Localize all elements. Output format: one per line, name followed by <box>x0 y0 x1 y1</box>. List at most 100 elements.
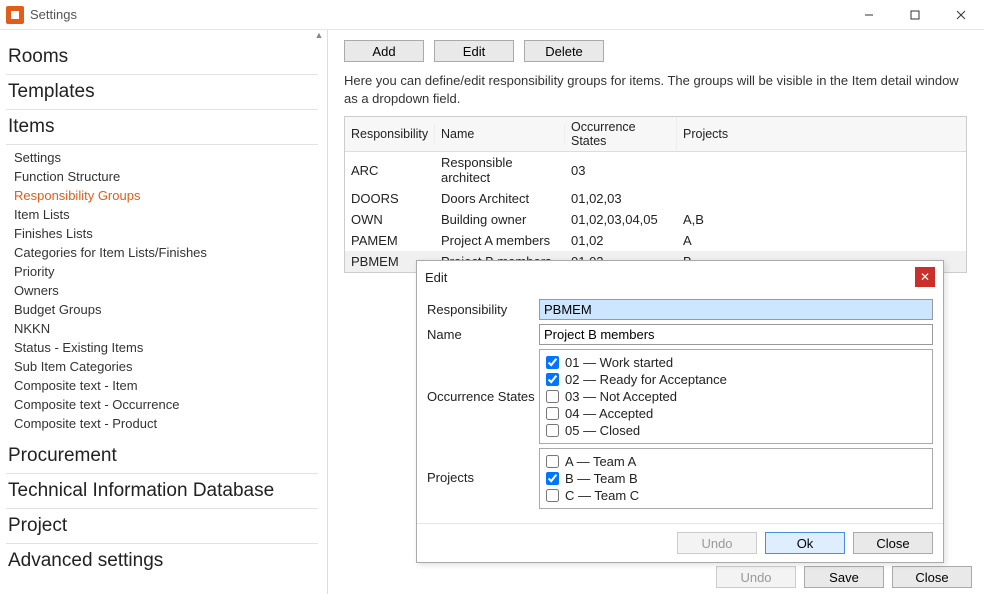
sidebar-item[interactable]: Composite text - Item <box>6 376 327 395</box>
app-icon <box>6 6 24 24</box>
delete-button[interactable]: Delete <box>524 40 604 62</box>
table-cell: A <box>677 230 966 251</box>
check-row[interactable]: B — Team B <box>546 470 926 487</box>
sidebar-item[interactable]: Settings <box>6 148 327 167</box>
checkbox[interactable] <box>546 455 559 468</box>
sidebar-item[interactable]: Responsibility Groups <box>6 186 327 205</box>
projects-list: A — Team A B — Team B C — Team C <box>539 448 933 509</box>
sidebar-item[interactable]: Sub Item Categories <box>6 357 327 376</box>
scroll-up-icon: ▲ <box>315 30 324 46</box>
table-row[interactable]: DOORSDoors Architect01,02,03 <box>345 188 966 209</box>
checkbox[interactable] <box>546 373 559 386</box>
col-responsibility[interactable]: Responsibility <box>345 124 435 144</box>
window-title: Settings <box>30 7 77 22</box>
table-cell: A,B <box>677 209 966 230</box>
dialog-ok-button[interactable]: Ok <box>765 532 845 554</box>
content-footer: Undo Save Close <box>716 566 972 588</box>
sidebar-item[interactable]: Composite text - Product <box>6 414 327 433</box>
table-cell: 01,02,03 <box>565 188 677 209</box>
check-label: C — Team C <box>565 488 639 503</box>
checkbox[interactable] <box>546 390 559 403</box>
edit-button[interactable]: Edit <box>434 40 514 62</box>
checkbox[interactable] <box>546 356 559 369</box>
col-occurrence[interactable]: Occurrence States <box>565 117 677 151</box>
table-cell: OWN <box>345 209 435 230</box>
table-cell: Responsible architect <box>435 152 565 188</box>
table-cell: PAMEM <box>345 230 435 251</box>
check-label: 02 — Ready for Acceptance <box>565 372 727 387</box>
table-cell: DOORS <box>345 188 435 209</box>
col-name[interactable]: Name <box>435 124 565 144</box>
check-row[interactable]: 03 — Not Accepted <box>546 388 926 405</box>
sidebar-item[interactable]: Status - Existing Items <box>6 338 327 357</box>
check-label: A — Team A <box>565 454 636 469</box>
checkbox[interactable] <box>546 472 559 485</box>
sidebar-item[interactable]: Function Structure <box>6 167 327 186</box>
close-button[interactable] <box>938 0 984 30</box>
sidebar-scrollbar[interactable]: ▲ <box>311 30 327 70</box>
add-button[interactable]: Add <box>344 40 424 62</box>
table-row[interactable]: PAMEMProject A members01,02A <box>345 230 966 251</box>
table-cell <box>677 167 966 173</box>
table-row[interactable]: OWNBuilding owner01,02,03,04,05A,B <box>345 209 966 230</box>
close-icon: ✕ <box>920 270 930 284</box>
label-occurrence: Occurrence States <box>427 349 539 404</box>
check-label: 05 — Closed <box>565 423 640 438</box>
sidebar-item[interactable]: Composite text - Occurrence <box>6 395 327 414</box>
check-label: 01 — Work started <box>565 355 673 370</box>
minimize-button[interactable] <box>846 0 892 30</box>
responsibility-table: Responsibility Name Occurrence States Pr… <box>344 116 967 273</box>
table-cell: Project A members <box>435 230 565 251</box>
sidebar-item[interactable]: Categories for Item Lists/Finishes <box>6 243 327 262</box>
check-row[interactable]: A — Team A <box>546 453 926 470</box>
sidebar-cat-advanced[interactable]: Advanced settings <box>6 544 318 578</box>
dialog-close-button[interactable]: ✕ <box>915 267 935 287</box>
dialog-undo-button[interactable]: Undo <box>677 532 757 554</box>
checkbox[interactable] <box>546 489 559 502</box>
sidebar-item[interactable]: Item Lists <box>6 205 327 224</box>
col-projects[interactable]: Projects <box>677 124 966 144</box>
footer-close-button[interactable]: Close <box>892 566 972 588</box>
label-projects: Projects <box>427 448 539 485</box>
checkbox[interactable] <box>546 424 559 437</box>
table-cell: 01,02,03,04,05 <box>565 209 677 230</box>
footer-save-button[interactable]: Save <box>804 566 884 588</box>
sidebar-cat-templates[interactable]: Templates <box>6 75 318 110</box>
maximize-button[interactable] <box>892 0 938 30</box>
sidebar-item[interactable]: Budget Groups <box>6 300 327 319</box>
check-row[interactable]: 05 — Closed <box>546 422 926 439</box>
dialog-titlebar: Edit ✕ <box>417 261 943 293</box>
description-text: Here you can define/edit responsibility … <box>344 72 972 108</box>
sidebar-cat-tidb[interactable]: Technical Information Database <box>6 474 318 509</box>
check-row[interactable]: 01 — Work started <box>546 354 926 371</box>
check-label: B — Team B <box>565 471 638 486</box>
sidebar-cat-rooms[interactable]: Rooms <box>6 40 318 75</box>
sidebar-cat-project[interactable]: Project <box>6 509 318 544</box>
label-responsibility: Responsibility <box>427 299 539 317</box>
dialog-title: Edit <box>425 270 447 285</box>
sidebar-cat-procurement[interactable]: Procurement <box>6 439 318 474</box>
footer-undo-button[interactable]: Undo <box>716 566 796 588</box>
sidebar-cat-items[interactable]: Items <box>6 110 318 145</box>
dialog-close-button2[interactable]: Close <box>853 532 933 554</box>
input-name[interactable] <box>539 324 933 345</box>
check-row[interactable]: 02 — Ready for Acceptance <box>546 371 926 388</box>
occurrence-states-list: 01 — Work started 02 — Ready for Acceptan… <box>539 349 933 444</box>
sidebar-item[interactable]: Priority <box>6 262 327 281</box>
toolbar: Add Edit Delete <box>344 40 972 62</box>
check-row[interactable]: C — Team C <box>546 487 926 504</box>
check-row[interactable]: 04 — Accepted <box>546 405 926 422</box>
sidebar-item[interactable]: Finishes Lists <box>6 224 327 243</box>
table-row[interactable]: ARCResponsible architect03 <box>345 152 966 188</box>
table-cell: Doors Architect <box>435 188 565 209</box>
dialog-footer: Undo Ok Close <box>417 523 943 562</box>
input-responsibility[interactable] <box>539 299 933 320</box>
check-label: 04 — Accepted <box>565 406 653 421</box>
table-header-row: Responsibility Name Occurrence States Pr… <box>345 117 966 152</box>
label-name: Name <box>427 324 539 342</box>
sidebar-item[interactable]: NKKN <box>6 319 327 338</box>
table-cell: ARC <box>345 160 435 181</box>
table-cell: 01,02 <box>565 230 677 251</box>
checkbox[interactable] <box>546 407 559 420</box>
sidebar-item[interactable]: Owners <box>6 281 327 300</box>
